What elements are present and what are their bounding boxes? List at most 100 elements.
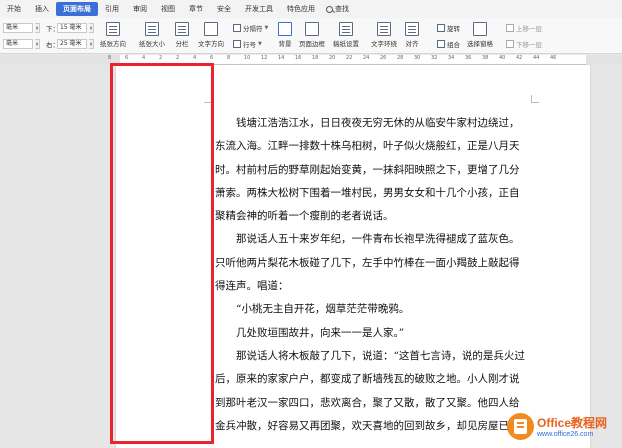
- chevron-down-icon: ▼: [264, 25, 269, 31]
- align-label: 对齐: [405, 40, 419, 48]
- document-body-text[interactable]: 钱塘江浩浩江水，日日夜夜无穷无休的从临安牛家村边绕过， 东流入海。江畔一排数十株乌…: [215, 112, 537, 438]
- draft-paper-icon: [339, 22, 353, 36]
- ruler-tick: 32: [431, 55, 438, 61]
- paper-orientation-label: 纸张方向: [100, 40, 126, 48]
- separator-label: 分隔符: [243, 25, 263, 33]
- background-button[interactable]: 背景: [278, 22, 292, 48]
- text-line: 东流入海。江畔一排数十株乌桕树，叶子似火烧般红，正是八月天: [215, 140, 520, 153]
- margin-left-spinner[interactable]: [35, 39, 40, 49]
- text-line: 金兵冲散，好容易又再团聚，欢天喜地的回到故乡，却见房屋已给: [215, 419, 520, 432]
- tab-4[interactable]: 审阅: [126, 2, 154, 16]
- tab-3[interactable]: 引用: [98, 2, 126, 16]
- text-line: 聚精会神的听着一个瘦削的老者说话。: [215, 210, 394, 223]
- watermark-brand: Office教程网: [537, 416, 608, 430]
- crop-mark-top-right: [531, 95, 539, 103]
- ruler-tick: 2: [159, 55, 163, 61]
- bring-forward-icon: [506, 24, 514, 32]
- rotate-label: 旋转: [447, 25, 460, 33]
- ruler-tick: 20: [329, 55, 336, 61]
- text-direction-label: 文字方向: [198, 40, 224, 48]
- group-button[interactable]: 组合: [437, 39, 460, 49]
- text-direction-icon: [204, 22, 218, 36]
- columns-button[interactable]: 分栏: [175, 22, 189, 48]
- ruler-tick: 8: [108, 55, 112, 61]
- text-line: 到那叶老汉一家四口，悲欢离合，聚了又散，散了又聚。他四人给: [215, 396, 520, 409]
- wps-writer-window: 开始 插入 页面布局 引用 审阅 视图 章节 安全 开发工具 特色应用 查找 毫米 下： 15 毫米…: [0, 0, 622, 448]
- margin-right-spinner[interactable]: [89, 39, 94, 49]
- margin-left-field[interactable]: 毫米: [3, 39, 40, 49]
- ribbon-tab-bar: 开始 插入 页面布局 引用 审阅 视图 章节 安全 开发工具 特色应用 查找: [0, 0, 622, 18]
- tab-0[interactable]: 开始: [0, 2, 28, 16]
- ruler-tick: 26: [380, 55, 387, 61]
- rotate-icon: [437, 24, 445, 32]
- paper-size-label: 纸张大小: [139, 40, 165, 48]
- tab-7[interactable]: 安全: [210, 2, 238, 16]
- text-wrap-icon: [377, 22, 391, 36]
- tab-2[interactable]: 页面布局: [56, 2, 98, 16]
- search-button[interactable]: 查找: [326, 4, 349, 14]
- line-number-button[interactable]: 行号 ▼: [233, 39, 262, 49]
- tab-6[interactable]: 章节: [182, 2, 210, 16]
- text-wrap-label: 文字环绕: [371, 40, 397, 48]
- margin-top-input[interactable]: 毫米: [3, 23, 33, 33]
- margin-right-input[interactable]: 25 毫米: [57, 39, 87, 49]
- select-pane-button[interactable]: 选择窗格: [467, 22, 493, 48]
- text-line: 几处败垣围故井，向来一一是人家。”: [236, 326, 405, 339]
- ruler-tick: 4: [142, 55, 146, 61]
- text-wrap-button[interactable]: 文字环绕: [371, 22, 397, 48]
- columns-label: 分栏: [175, 40, 189, 48]
- page-border-icon: [305, 22, 319, 36]
- group-icon: [437, 40, 445, 48]
- line-number-label: 行号: [243, 41, 256, 49]
- ruler-tick: 46: [550, 55, 557, 61]
- text-line: 后，原来的家家户户，都变成了断墙残瓦的破败之地。小人刚才说: [215, 373, 520, 386]
- margin-left-input[interactable]: 毫米: [3, 39, 33, 49]
- ruler-tick: 6: [125, 55, 129, 61]
- draft-paper-button[interactable]: 稿纸设置: [333, 22, 359, 48]
- office-logo-icon: [507, 412, 534, 440]
- margin-bottom-spinner[interactable]: [89, 23, 94, 33]
- separator-button[interactable]: 分隔符 ▼: [233, 23, 268, 33]
- ruler-tick: 12: [261, 55, 268, 61]
- margin-top-spinner[interactable]: [35, 23, 40, 33]
- highlighted-left-margin-box: [110, 63, 214, 444]
- margin-right-field[interactable]: 右： 25 毫米: [46, 39, 94, 49]
- page-border-button[interactable]: 页面边框: [299, 22, 325, 48]
- search-label: 查找: [335, 5, 349, 13]
- paper-orientation-button[interactable]: 纸张方向: [100, 22, 126, 48]
- align-button[interactable]: 对齐: [405, 22, 419, 48]
- page-layout-toolbar: 毫米 下： 15 毫米 毫米 右： 25 毫米 纸张方向 纸张大小 分栏 文字方…: [0, 18, 622, 54]
- margin-top-field[interactable]: 毫米: [3, 23, 40, 33]
- group-label: 组合: [447, 41, 460, 49]
- ruler-tick: 24: [363, 55, 370, 61]
- horizontal-ruler[interactable]: 8 6 4 2 2 4 6 8 10 12 14 16 18 20 22 24 26 28 30 32 34 36 38 40…: [0, 55, 622, 65]
- margin-bottom-field[interactable]: 下： 15 毫米: [46, 23, 94, 33]
- select-pane-label: 选择窗格: [467, 40, 493, 48]
- text-line: 只听他两片梨花木板碰了几下，左手中竹棒在一面小羯鼓上敲起得: [215, 256, 520, 269]
- bring-forward-label: 上移一层: [516, 25, 542, 33]
- orientation-icon: [106, 22, 120, 36]
- tab-9[interactable]: 特色应用: [280, 2, 322, 16]
- select-pane-icon: [473, 22, 487, 36]
- send-backward-button[interactable]: 下移一层: [506, 39, 542, 49]
- ruler-tick: 4: [193, 55, 197, 61]
- send-backward-label: 下移一层: [516, 41, 542, 49]
- tab-1[interactable]: 插入: [28, 2, 56, 16]
- ruler-tick: 38: [482, 55, 489, 61]
- chevron-down-icon: ▼: [258, 41, 262, 47]
- tab-5[interactable]: 视图: [154, 2, 182, 16]
- page-border-label: 页面边框: [299, 40, 325, 48]
- tab-8[interactable]: 开发工具: [238, 2, 280, 16]
- margin-bottom-input[interactable]: 15 毫米: [57, 23, 87, 33]
- bring-forward-button[interactable]: 上移一层: [506, 23, 542, 33]
- paper-size-button[interactable]: 纸张大小: [139, 22, 165, 48]
- rotate-button[interactable]: 旋转: [437, 23, 460, 33]
- ruler-tick: 16: [295, 55, 302, 61]
- ruler-tick: 28: [397, 55, 404, 61]
- ruler-tick: 10: [244, 55, 251, 61]
- ruler-tick: 14: [278, 55, 285, 61]
- text-direction-button[interactable]: 文字方向: [198, 22, 224, 48]
- margin-bottom-label: 下：: [46, 25, 59, 33]
- text-line: 那说话人五十来岁年纪，一件青布长袍早洗得褪成了蓝灰色。: [236, 233, 520, 246]
- document-canvas[interactable]: 钱塘江浩浩江水，日日夜夜无穷无休的从临安牛家村边绕过， 东流入海。江畔一排数十株乌…: [0, 65, 622, 448]
